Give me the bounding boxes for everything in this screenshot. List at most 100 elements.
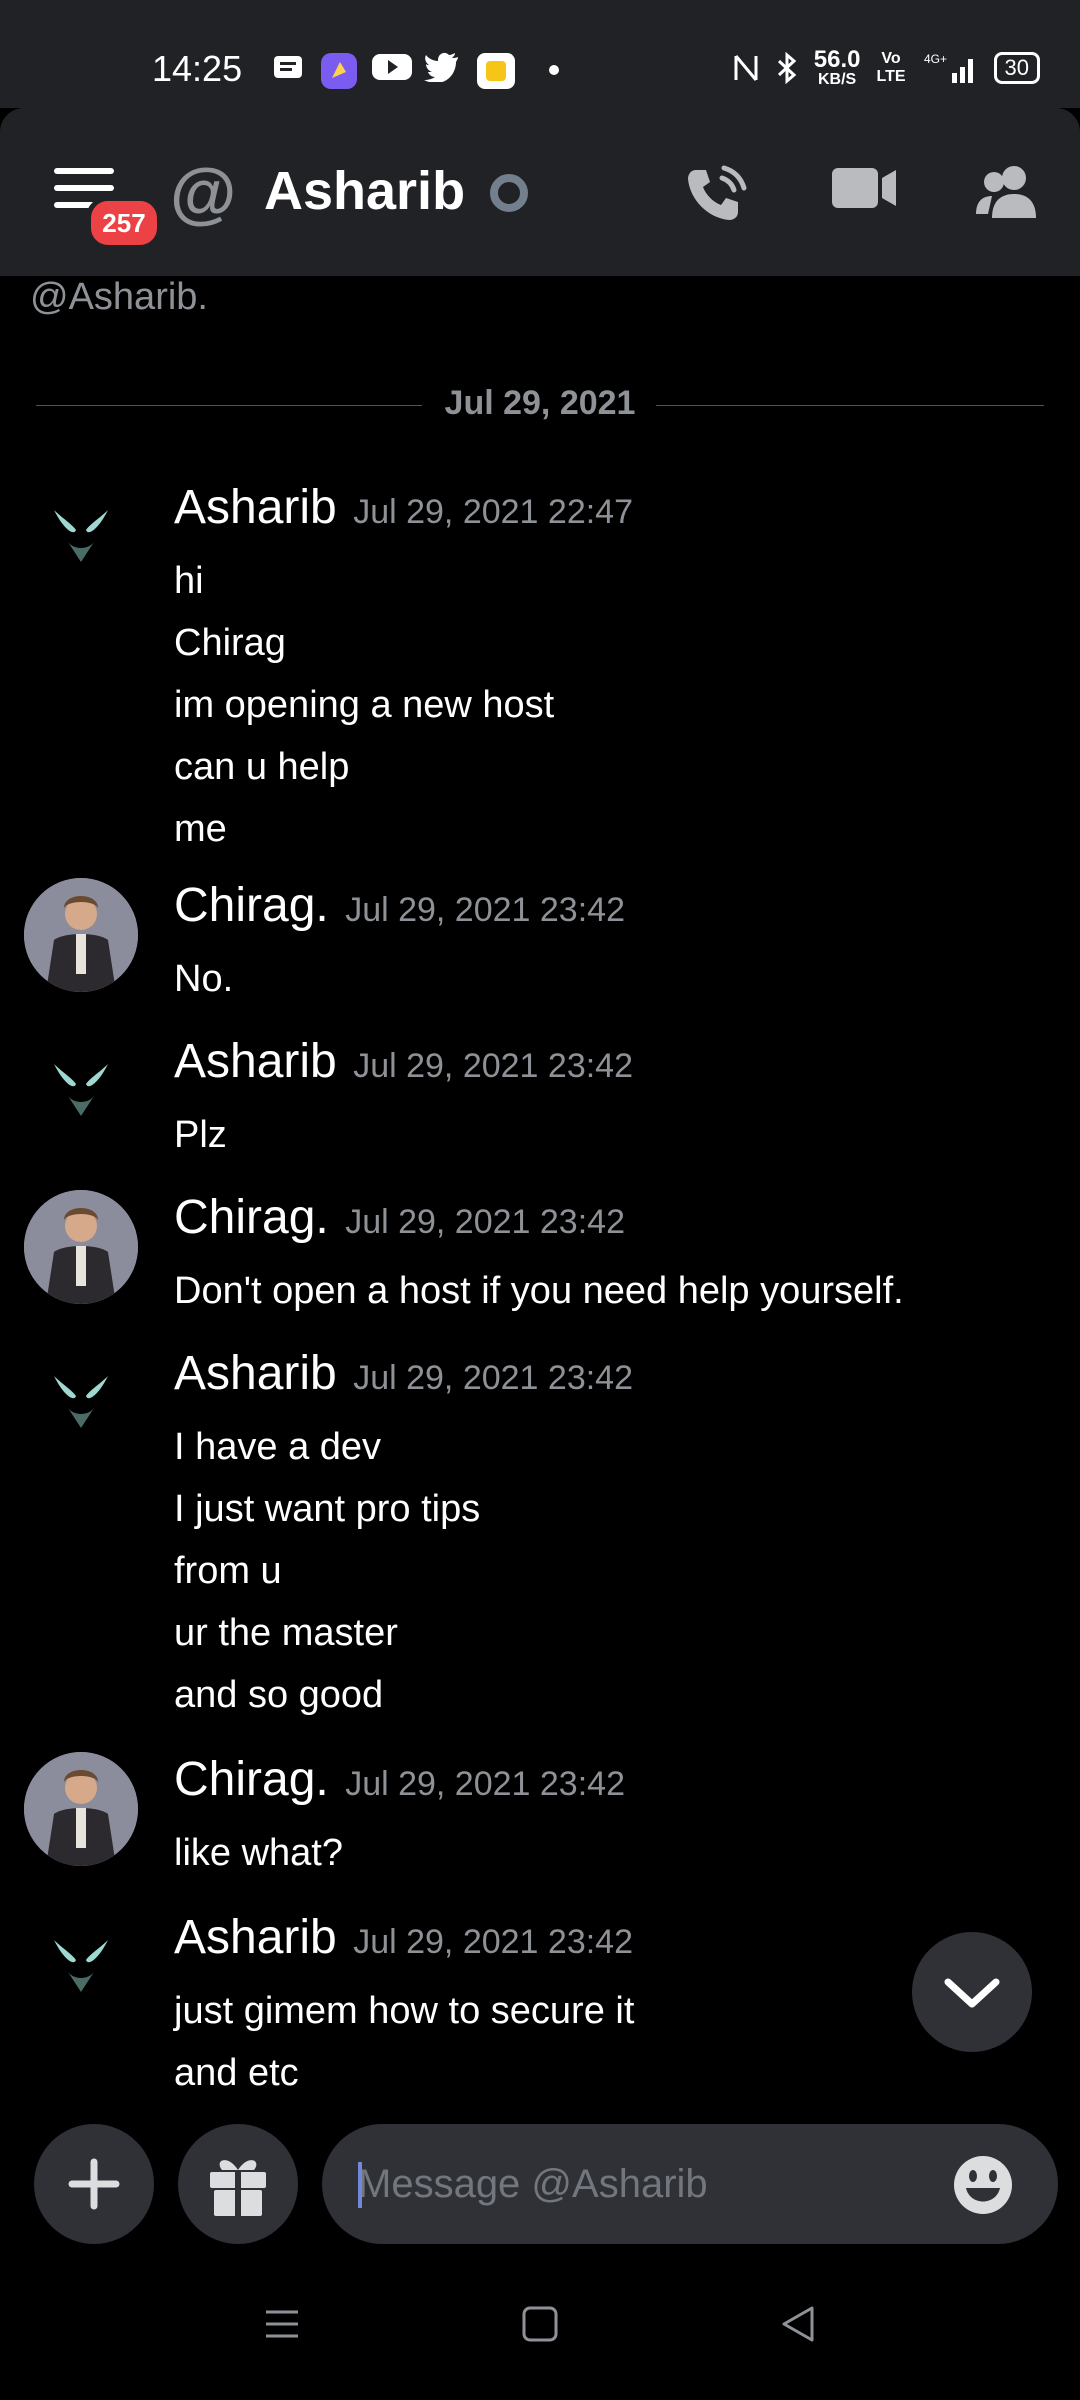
- venom-avatar-icon: [54, 1064, 108, 1116]
- message-content: Plz: [174, 1104, 227, 1166]
- gift-button[interactable]: [178, 2124, 298, 2244]
- avatar[interactable]: [24, 1910, 138, 2024]
- recents-nav-icon[interactable]: [262, 2304, 302, 2344]
- message-header: Asharib Jul 29, 2021 23:42: [174, 1034, 633, 1089]
- unread-badge: 257: [86, 196, 162, 250]
- avatar[interactable]: [24, 480, 138, 594]
- message-header: Chirag. Jul 29, 2021 23:42: [174, 878, 625, 933]
- timestamp: Jul 29, 2021 23:42: [353, 1359, 633, 1397]
- message-input[interactable]: [322, 2124, 1058, 2244]
- nfc-icon: [734, 55, 758, 81]
- net-speed: 56.0 KB/S: [814, 48, 861, 88]
- video-icon[interactable]: [832, 164, 898, 210]
- message-header: Chirag. Jul 29, 2021 23:42: [174, 1190, 625, 1245]
- message-text[interactable]: Plz: [174, 1104, 227, 1166]
- author-name[interactable]: Asharib: [174, 1911, 337, 1964]
- author-name[interactable]: Chirag.: [174, 1753, 329, 1806]
- timestamp: Jul 29, 2021 23:42: [345, 1203, 625, 1241]
- avatar[interactable]: [24, 1346, 138, 1460]
- message-text[interactable]: ur the master: [174, 1602, 480, 1664]
- app-notification-icon: [321, 53, 357, 89]
- call-icon[interactable]: [682, 164, 748, 226]
- text-caret: [358, 2162, 362, 2208]
- timestamp: Jul 29, 2021 23:42: [353, 1923, 633, 1961]
- add-attachment-button[interactable]: [34, 2124, 154, 2244]
- battery-indicator: 30: [993, 52, 1040, 84]
- message-text[interactable]: and so good: [174, 1664, 480, 1726]
- message-text[interactable]: from u: [174, 1540, 480, 1602]
- message-text[interactable]: Chirag: [174, 612, 554, 674]
- author-name[interactable]: Asharib: [174, 481, 337, 534]
- avatar[interactable]: [24, 1190, 138, 1304]
- rick-avatar-icon: [24, 878, 138, 992]
- avatar[interactable]: [24, 878, 138, 992]
- dm-title[interactable]: Asharib: [264, 160, 465, 222]
- app-notification-icon-2: [477, 53, 515, 89]
- net-speed-value: 56.0: [813, 46, 861, 73]
- message-text[interactable]: just gimem how to secure it: [174, 1980, 634, 2042]
- rick-avatar-icon: [24, 1190, 138, 1304]
- svg-text:4G+: 4G+: [924, 52, 947, 66]
- avatar[interactable]: [24, 1752, 138, 1866]
- status-right: 56.0 KB/S Vo LTE 4G+ 30: [732, 48, 1040, 88]
- gift-icon: [210, 2160, 266, 2216]
- menu-icon-bar: [54, 168, 114, 174]
- venom-avatar-icon: [54, 510, 108, 562]
- at-icon: @: [170, 155, 237, 231]
- divider-line: [656, 405, 1044, 406]
- timestamp: Jul 29, 2021 23:42: [345, 1765, 625, 1803]
- message-content: Don't open a host if you need help yours…: [174, 1260, 904, 1322]
- message-text[interactable]: No.: [174, 948, 233, 1010]
- channel-header: 257 @ Asharib: [0, 108, 1080, 276]
- menu-icon-bar: [54, 185, 114, 191]
- message-text[interactable]: and etc: [174, 2042, 634, 2104]
- timestamp: Jul 29, 2021 23:42: [353, 1047, 633, 1085]
- message-input-bar: [0, 2096, 1080, 2256]
- back-nav-icon[interactable]: [778, 2304, 818, 2344]
- rick-avatar-icon: [24, 1752, 138, 1866]
- avatar[interactable]: [24, 1034, 138, 1148]
- chat-messages[interactable]: @Asharib. Jul 29, 2021 Asharib Jul 29, 2…: [0, 276, 1080, 2096]
- message-content: I have a dev I just want pro tips from u…: [174, 1416, 480, 1726]
- message-content: hi Chirag im opening a new host can u he…: [174, 550, 554, 860]
- jump-to-latest-button[interactable]: [912, 1932, 1032, 2052]
- author-name[interactable]: Chirag.: [174, 879, 329, 932]
- message-text[interactable]: I just want pro tips: [174, 1478, 480, 1540]
- message-header: Asharib Jul 29, 2021 22:47: [174, 480, 633, 535]
- more-notifications-icon: [549, 65, 559, 75]
- message-header: Asharib Jul 29, 2021 23:42: [174, 1910, 633, 1965]
- net-speed-unit: KB/S: [818, 71, 857, 88]
- offline-status-icon: [490, 174, 528, 212]
- members-icon[interactable]: [974, 164, 1040, 220]
- message-text[interactable]: like what?: [174, 1822, 343, 1884]
- timestamp: Jul 29, 2021 22:47: [353, 493, 633, 531]
- date-divider-text: Jul 29, 2021: [444, 384, 636, 422]
- bluetooth-icon: [777, 51, 797, 85]
- emoji-icon[interactable]: [952, 2154, 1014, 2216]
- author-name[interactable]: Chirag.: [174, 1191, 329, 1244]
- plus-icon: [68, 2158, 120, 2210]
- system-nav-bar: [0, 2256, 1080, 2400]
- message-header: Chirag. Jul 29, 2021 23:42: [174, 1752, 625, 1807]
- volte-indicator: Vo LTE: [876, 50, 906, 85]
- home-nav-icon[interactable]: [520, 2304, 560, 2344]
- message-text[interactable]: hi: [174, 550, 554, 612]
- signal-icon: 4G+: [924, 52, 973, 83]
- status-time: 14:25: [152, 48, 243, 89]
- author-name[interactable]: Asharib: [174, 1347, 337, 1400]
- dm-intro-mention: @Asharib.: [30, 276, 208, 318]
- message-text[interactable]: im opening a new host: [174, 674, 554, 736]
- message-content: No.: [174, 948, 233, 1010]
- message-text[interactable]: I have a dev: [174, 1416, 480, 1478]
- message-header: Asharib Jul 29, 2021 23:42: [174, 1346, 633, 1401]
- status-bar: 14:25 56.0 KB/S Vo LTE 4G+ 30: [0, 0, 1080, 108]
- venom-avatar-icon: [54, 1940, 108, 1992]
- chevron-down-icon: [944, 1978, 1000, 2008]
- message-text[interactable]: can u help: [174, 736, 554, 798]
- message-content: just gimem how to secure it and etc: [174, 1980, 634, 2104]
- youtube-icon: [372, 54, 412, 80]
- timestamp: Jul 29, 2021 23:42: [345, 891, 625, 929]
- message-text[interactable]: me: [174, 798, 554, 860]
- author-name[interactable]: Asharib: [174, 1035, 337, 1088]
- message-text[interactable]: Don't open a host if you need help yours…: [174, 1260, 904, 1322]
